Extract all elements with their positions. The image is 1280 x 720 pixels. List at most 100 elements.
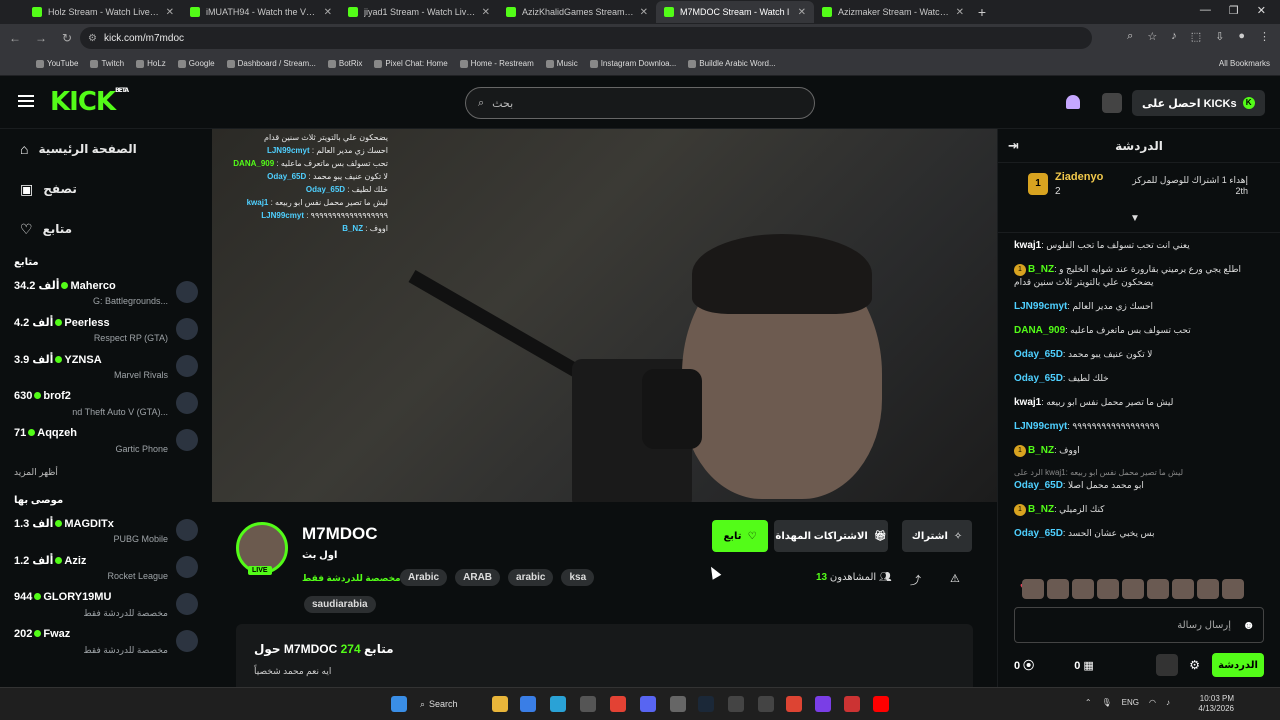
zoom-icon[interactable]: ⌕	[1127, 30, 1133, 43]
bookmark-item[interactable]: Buildle Arabic Word...	[688, 59, 776, 68]
close-tab-icon[interactable]: ✕	[956, 7, 964, 18]
user-avatar[interactable]	[1102, 93, 1122, 113]
emoji-icon[interactable]: ☻	[1242, 618, 1255, 632]
emote-icon[interactable]	[1147, 579, 1169, 599]
sidebar-channel[interactable]: 202 Fwaz مخصصة للدردشة فقط	[0, 625, 212, 662]
app-icon[interactable]	[580, 696, 596, 712]
tag[interactable]: Arabic	[400, 569, 448, 586]
sidebar-channel[interactable]: 3.9 ألف YZNSA Marvel Rivals	[0, 350, 212, 387]
gear-icon[interactable]: ⚙	[1189, 658, 1200, 672]
share-icon[interactable]: ⤴	[910, 572, 921, 588]
chat-username[interactable]: LJN99cmyt	[1014, 301, 1067, 312]
all-bookmarks[interactable]: All Bookmarks	[1219, 59, 1270, 68]
forward-icon[interactable]: →	[30, 31, 52, 45]
emote-icon[interactable]	[1097, 579, 1119, 599]
maximize-button[interactable]: ❐	[1229, 4, 1239, 17]
wifi-icon[interactable]: ◠	[1149, 698, 1156, 707]
chrome-icon[interactable]	[610, 696, 626, 712]
kick-logo[interactable]: KICKBETA	[50, 87, 129, 117]
app-icon[interactable]	[758, 696, 774, 712]
tag[interactable]: ksa	[561, 569, 595, 586]
app-icon[interactable]	[670, 696, 686, 712]
emote-icon[interactable]	[1022, 579, 1044, 599]
tag[interactable]: ARAB	[455, 569, 501, 586]
search-input[interactable]: ⌕ بحث	[465, 87, 815, 119]
chat-username[interactable]: Oday_65D	[1014, 480, 1063, 491]
subscribe-button[interactable]: اشتراك ✧	[902, 520, 972, 552]
get-kicks-button[interactable]: احصل على KICKs K	[1132, 90, 1265, 116]
download-icon[interactable]: ⇩	[1215, 30, 1224, 43]
close-tab-icon[interactable]: ✕	[640, 7, 648, 18]
emote-icon[interactable]	[1072, 579, 1094, 599]
sidebar-channel[interactable]: 944 GLORY19MU مخصصة للدردشة فقط	[0, 588, 212, 625]
menu-icon[interactable]: ⋮	[1259, 30, 1270, 43]
sidebar-channel[interactable]: 4.2 ألف Peerless Respect RP (GTA)	[0, 313, 212, 350]
pinned-user[interactable]: Ziadenyo	[1055, 171, 1103, 183]
back-icon[interactable]: ←	[4, 31, 26, 45]
app-icon[interactable]	[844, 696, 860, 712]
chat-username[interactable]: Oday_65D	[1014, 349, 1063, 360]
chat-username[interactable]: kwaj1	[1014, 397, 1041, 408]
chevron-down-icon[interactable]: ▼	[1130, 213, 1140, 224]
tag[interactable]: arabic	[508, 569, 554, 586]
sidebar-channel[interactable]: 34.2 ألف Maherco G: Battlegrounds...	[0, 276, 212, 313]
close-tab-icon[interactable]: ✕	[324, 7, 332, 18]
volume-icon[interactable]: ♪	[1166, 698, 1170, 707]
folder-icon[interactable]	[492, 696, 508, 712]
show-more-button[interactable]: أظهر المزيد	[0, 461, 212, 487]
bookmark-item[interactable]: Twitch	[90, 59, 124, 68]
chat-input[interactable]: إرسال رسالة ☻	[1014, 607, 1264, 643]
minimize-button[interactable]: —	[1200, 4, 1211, 17]
chat-username[interactable]: DANA_909	[1014, 325, 1065, 336]
url-field[interactable]: ⚙ kick.com/m7mdoc	[80, 27, 1092, 49]
app-icon[interactable]	[786, 696, 802, 712]
bookmark-item[interactable]: HoLz	[136, 59, 166, 68]
ghost-icon[interactable]	[1066, 95, 1080, 109]
browser-tab[interactable]: jiyad1 Stream - Watch Live on ✕	[340, 1, 498, 23]
taskbar-search[interactable]: ⌕ Search	[420, 694, 480, 714]
browser-tab[interactable]: AzizKhalidGames Stream - Watc✕	[498, 1, 656, 23]
audio-icon[interactable]: ♪	[1171, 30, 1177, 43]
clock[interactable]: 10:03 PM 4/13/2026	[1198, 694, 1234, 714]
reload-icon[interactable]: ↻	[56, 31, 78, 45]
browser-tab[interactable]: M7MDOC Stream - Watch l ✕	[656, 1, 814, 23]
chat-username[interactable]: B_NZ	[1028, 504, 1054, 515]
bookmark-item[interactable]: YouTube	[36, 59, 78, 68]
profile-icon[interactable]: ●	[1238, 30, 1245, 43]
bookmark-item[interactable]: Dashboard / Stream...	[226, 59, 316, 68]
browser-tab[interactable]: Azizmaker Stream - Watch Liv ✕	[814, 1, 972, 23]
sidebar-channel[interactable]: 71 Aqqzeh Gartic Phone	[0, 424, 212, 461]
bookmark-item[interactable]: BotRix	[327, 59, 362, 68]
channel-name[interactable]: M7MDOC	[302, 524, 378, 544]
close-tab-icon[interactable]: ✕	[482, 7, 490, 18]
emote-icon[interactable]	[1197, 579, 1219, 599]
star-icon[interactable]: ☆	[1147, 30, 1157, 43]
sidebar-channel[interactable]: 1.2 ألف Aziz Rocket League	[0, 551, 212, 588]
chevron-up-icon[interactable]: ⌃	[1085, 698, 1092, 707]
emote-icon[interactable]	[1122, 579, 1144, 599]
bookmark-item[interactable]: Home - Restream	[459, 59, 534, 68]
browser-tab[interactable]: iMUATH94 - Watch the VOD o ✕	[182, 1, 340, 23]
close-window-button[interactable]: ✕	[1257, 4, 1266, 17]
reply-preview[interactable]: الرد على kwaj1: ليش ما تصير محمل نفس ابو…	[1014, 468, 1264, 477]
report-icon[interactable]: ⚠	[950, 572, 960, 585]
chat-username[interactable]: B_NZ	[1028, 264, 1054, 275]
menu-burger-icon[interactable]	[18, 95, 34, 107]
stream-category[interactable]: مخصصة للدردشة فقط	[302, 573, 401, 584]
bookmark-item[interactable]: Instagram Downloa...	[589, 59, 676, 68]
youtube-icon[interactable]	[873, 696, 889, 712]
sidebar-channel[interactable]: 1.3 ألف MAGDITx PUBG Mobile	[0, 514, 212, 551]
edge-icon[interactable]	[550, 696, 566, 712]
app-icon[interactable]	[815, 696, 831, 712]
follow-button[interactable]: تابع ♡	[712, 520, 768, 552]
chat-username[interactable]: Oday_65D	[1014, 528, 1063, 539]
close-tab-icon[interactable]: ✕	[798, 7, 806, 18]
sidebar-nav-item[interactable]: متابع ♡	[0, 209, 212, 249]
collapse-chat-icon[interactable]: ⇥	[1008, 138, 1019, 154]
steam-icon[interactable]	[698, 696, 714, 712]
chat-username[interactable]: LJN99cmyt	[1014, 421, 1067, 432]
app-icon[interactable]	[728, 696, 744, 712]
chat-username[interactable]: Oday_65D	[1014, 373, 1063, 384]
chat-avatar[interactable]	[1156, 654, 1178, 676]
emote-icon[interactable]	[1222, 579, 1244, 599]
